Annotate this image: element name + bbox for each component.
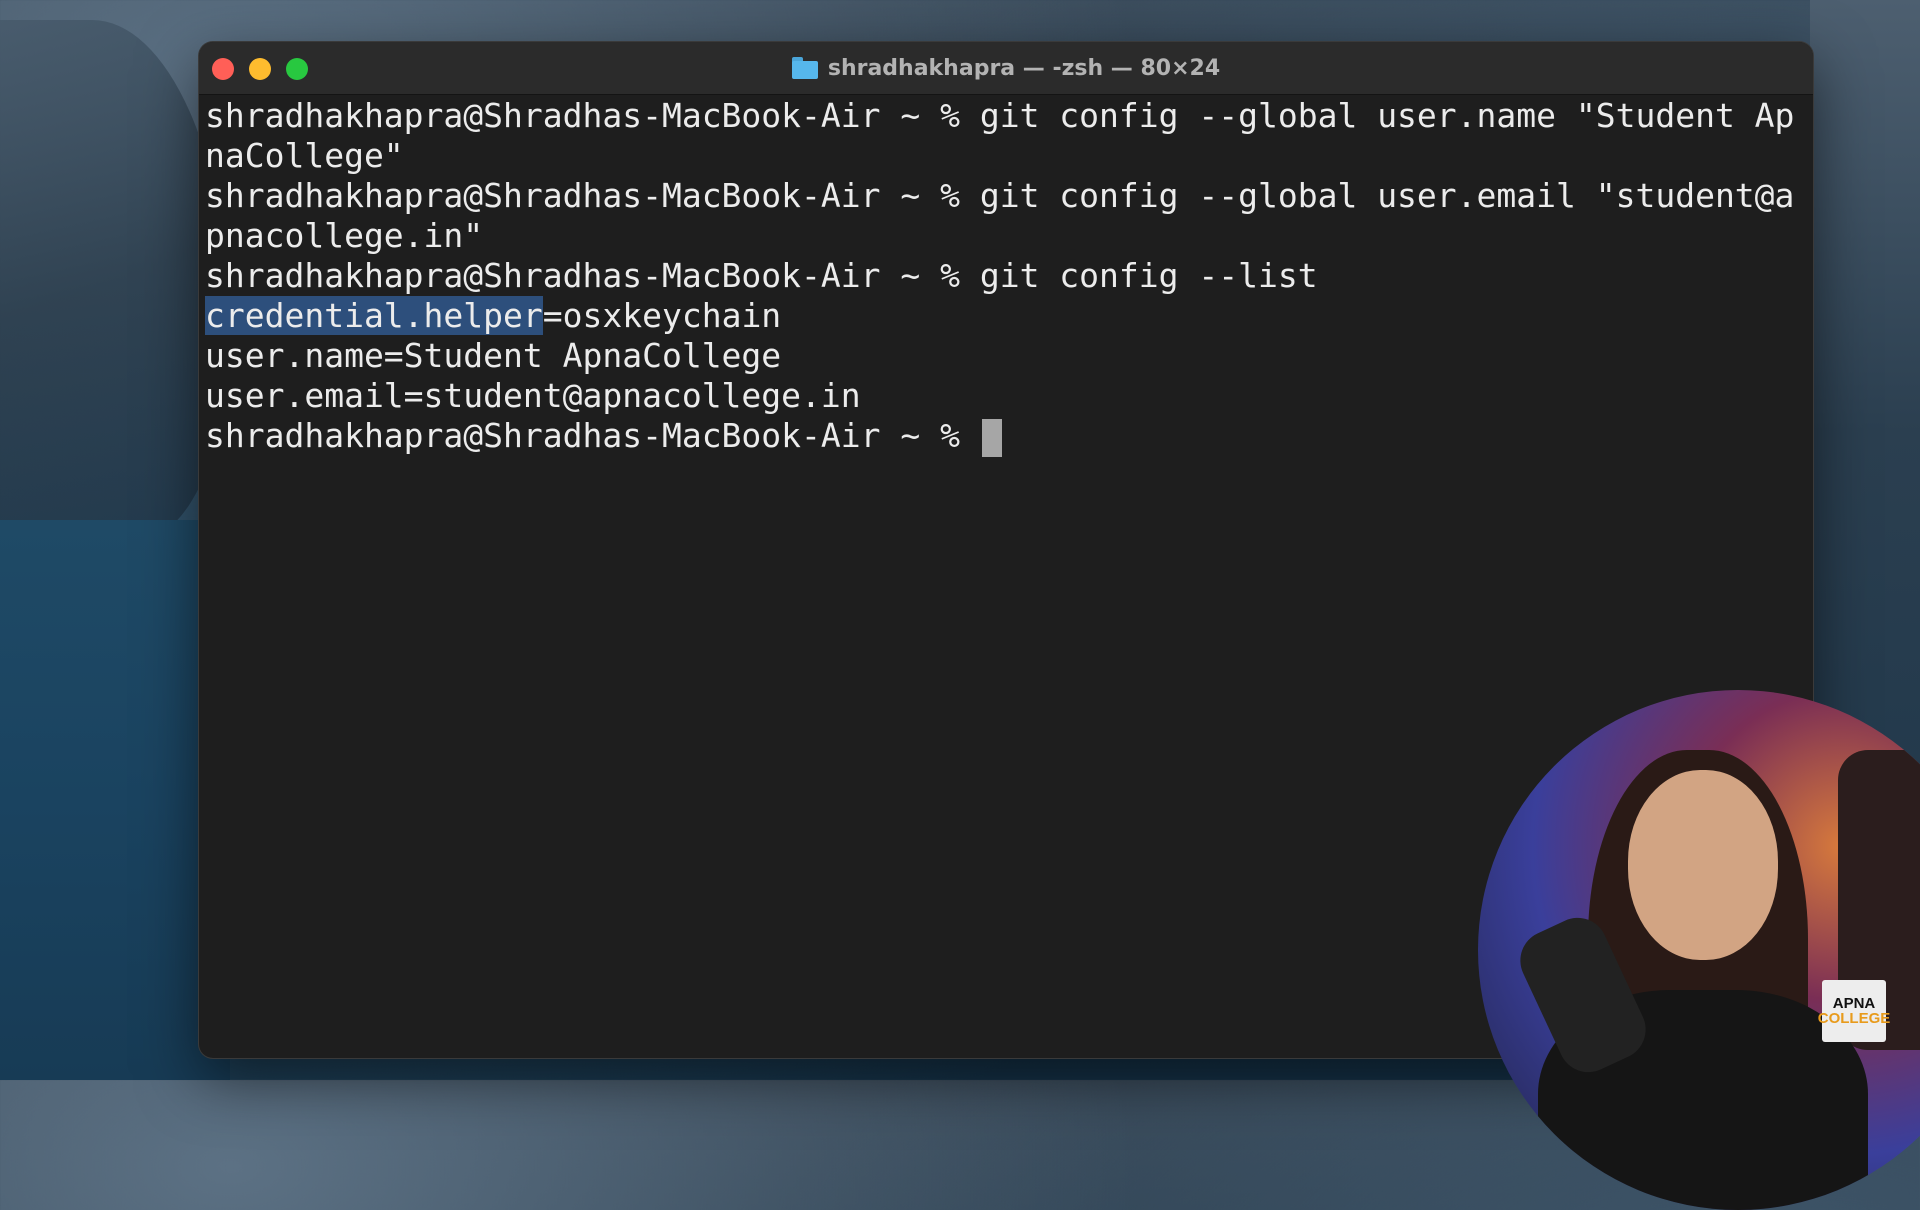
terminal-line: shradhakhapra@Shradhas-MacBook-Air ~ % g…	[205, 256, 1318, 295]
terminal-line-selected: credential.helper=osxkeychain	[205, 296, 1813, 336]
window-title-group: shradhakhapra — -zsh — 80×24	[199, 42, 1813, 94]
terminal-line: pnacollege.in"	[205, 216, 484, 255]
terminal-line: shradhakhapra@Shradhas-MacBook-Air ~ % g…	[205, 176, 1795, 215]
apna-college-logo: APNA COLLEGE	[1818, 980, 1890, 1042]
desktop-wallpaper-water	[0, 520, 230, 1080]
terminal-line: user.name=Student ApnaCollege	[205, 336, 782, 375]
title-bar[interactable]: shradhakhapra — -zsh — 80×24	[199, 42, 1813, 95]
terminal-line: naCollege"	[205, 136, 404, 175]
window-title: shradhakhapra — -zsh — 80×24	[827, 55, 1221, 81]
logo-line1: APNA	[1832, 995, 1876, 1012]
terminal-line: user.email=student@apnacollege.in	[205, 376, 861, 415]
terminal-prompt-line[interactable]: shradhakhapra@Shradhas-MacBook-Air ~ %	[205, 416, 1813, 457]
folder-icon	[791, 57, 818, 79]
text-cursor	[981, 418, 1002, 457]
terminal-line-rest: =osxkeychain	[542, 296, 782, 335]
text-selection[interactable]: credential.helper	[205, 296, 543, 335]
presenter-face	[1628, 770, 1778, 960]
logo-line2: COLLEGE	[1817, 1010, 1891, 1027]
desktop-wallpaper-hill	[0, 20, 230, 540]
terminal-line: shradhakhapra@Shradhas-MacBook-Air ~ % g…	[205, 96, 1795, 135]
terminal-prompt: shradhakhapra@Shradhas-MacBook-Air ~ %	[205, 416, 980, 455]
